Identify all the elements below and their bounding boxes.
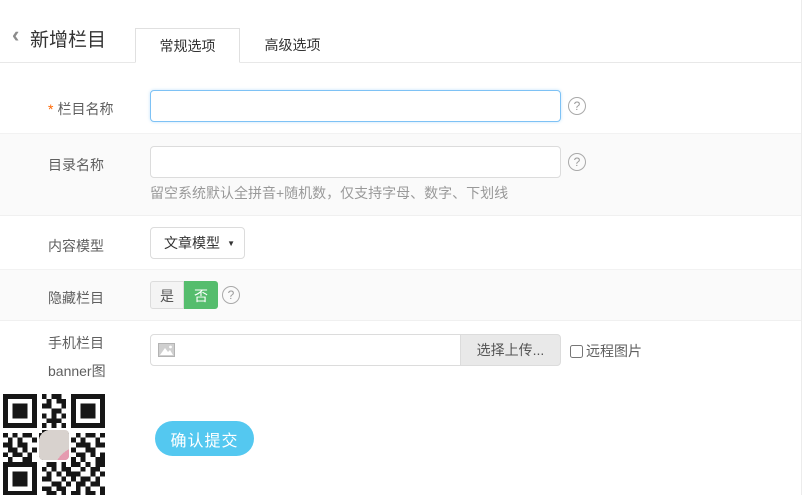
hide-no-button[interactable]: 否 <box>184 281 218 309</box>
banner-label-line1: 手机栏目 <box>48 335 104 351</box>
content-model-selected-value: 文章模型 <box>164 235 220 251</box>
dir-name-input[interactable] <box>150 146 561 178</box>
remote-image-checkbox[interactable] <box>570 344 583 358</box>
back-icon[interactable]: ‹ <box>12 24 19 46</box>
column-name-help-icon[interactable]: ? <box>568 97 586 115</box>
remote-image-option: 远程图片 <box>570 341 642 361</box>
banner-label-line2: banner图 <box>48 363 106 379</box>
column-name-label: * 栏目名称 <box>48 99 113 119</box>
banner-label: 手机栏目 banner图 <box>48 329 106 385</box>
dir-name-label: 目录名称 <box>48 157 104 173</box>
confirm-submit-button[interactable]: 确认提交 <box>155 421 254 456</box>
hidden-column-help-icon[interactable]: ? <box>222 286 240 304</box>
form-row-hidden-column: 隐藏栏目 是 否 ? <box>0 270 801 321</box>
form-row-banner: 手机栏目 banner图 选择上传... 远程图片 <box>0 321 801 391</box>
content-model-select[interactable]: 文章模型 ▼ <box>150 227 245 259</box>
column-name-input[interactable] <box>150 90 561 122</box>
dir-name-hint: 留空系统默认全拼音+随机数，仅支持字母、数字、下划线 <box>150 185 509 201</box>
image-placeholder-icon <box>158 343 175 357</box>
content-model-label: 内容模型 <box>48 238 104 254</box>
form-row-content-model: 内容模型 文章模型 ▼ <box>0 216 801 270</box>
tab-advanced-options[interactable]: 高级选项 <box>240 28 345 63</box>
hide-yes-button[interactable]: 是 <box>150 281 184 309</box>
qr-avatar-image <box>39 430 69 460</box>
tab-general-options[interactable]: 常规选项 <box>135 28 240 63</box>
add-column-page: ‹ 新增栏目 常规选项 高级选项 * 栏目名称 ? 目录名称 ? 留空系统默认全拼… <box>0 0 802 495</box>
remote-image-label[interactable]: 远程图片 <box>586 341 642 361</box>
banner-path-input[interactable] <box>150 334 461 366</box>
form-row-dir-name: 目录名称 ? 留空系统默认全拼音+随机数，仅支持字母、数字、下划线 <box>0 134 801 216</box>
chevron-down-icon: ▼ <box>227 238 235 248</box>
page-title: 新增栏目 <box>30 30 107 51</box>
form-row-column-name: * 栏目名称 ? <box>0 63 801 134</box>
required-asterisk: * <box>48 101 54 117</box>
dir-name-help-icon[interactable]: ? <box>568 153 586 171</box>
column-name-label-text: 栏目名称 <box>57 101 114 117</box>
hidden-column-label: 隐藏栏目 <box>48 290 104 306</box>
choose-upload-button[interactable]: 选择上传... <box>460 334 561 366</box>
qr-code-image <box>3 394 105 495</box>
